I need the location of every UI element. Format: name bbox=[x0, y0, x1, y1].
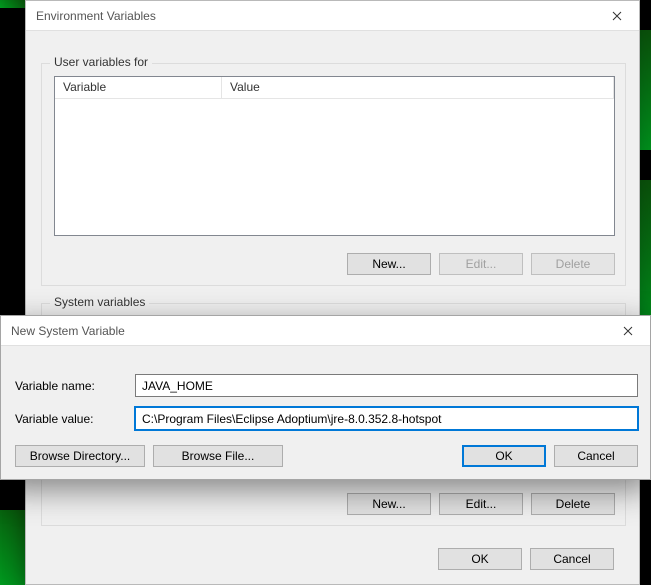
system-variables-legend: System variables bbox=[50, 295, 149, 309]
column-variable[interactable]: Variable bbox=[55, 77, 222, 98]
modal-close-button[interactable] bbox=[605, 316, 650, 346]
modal-title: New System Variable bbox=[11, 324, 605, 338]
user-edit-button: Edit... bbox=[439, 253, 523, 275]
env-ok-button[interactable]: OK bbox=[438, 548, 522, 570]
variable-name-row: Variable name: bbox=[15, 374, 638, 397]
env-close-button[interactable] bbox=[594, 1, 639, 31]
close-icon bbox=[623, 326, 633, 336]
environment-variables-window: Environment Variables User variables for… bbox=[25, 0, 640, 585]
modal-cancel-button[interactable]: Cancel bbox=[554, 445, 638, 467]
browse-file-button[interactable]: Browse File... bbox=[153, 445, 283, 467]
variable-value-input[interactable] bbox=[135, 407, 638, 430]
variable-value-row: Variable value: bbox=[15, 407, 638, 430]
browse-directory-button[interactable]: Browse Directory... bbox=[15, 445, 145, 467]
system-new-button[interactable]: New... bbox=[347, 493, 431, 515]
env-cancel-button[interactable]: Cancel bbox=[530, 548, 614, 570]
system-buttons-row: New... Edit... Delete bbox=[54, 493, 615, 515]
system-delete-button[interactable]: Delete bbox=[531, 493, 615, 515]
column-value[interactable]: Value bbox=[222, 77, 614, 98]
user-new-button[interactable]: New... bbox=[347, 253, 431, 275]
variable-value-label: Variable value: bbox=[15, 412, 135, 426]
env-title: Environment Variables bbox=[36, 9, 594, 23]
user-variables-legend: User variables for bbox=[50, 55, 152, 69]
user-variables-group: User variables for Variable Value New...… bbox=[41, 63, 626, 286]
variable-name-input[interactable] bbox=[135, 374, 638, 397]
modal-titlebar[interactable]: New System Variable bbox=[1, 316, 650, 346]
list-header: Variable Value bbox=[55, 77, 614, 99]
system-edit-button[interactable]: Edit... bbox=[439, 493, 523, 515]
variable-name-label: Variable name: bbox=[15, 379, 135, 393]
env-titlebar[interactable]: Environment Variables bbox=[26, 1, 639, 31]
user-variables-list[interactable]: Variable Value bbox=[54, 76, 615, 236]
user-delete-button: Delete bbox=[531, 253, 615, 275]
close-icon bbox=[612, 11, 622, 21]
new-system-variable-dialog: New System Variable Variable name: Varia… bbox=[0, 315, 651, 480]
modal-ok-button[interactable]: OK bbox=[462, 445, 546, 467]
user-buttons-row: New... Edit... Delete bbox=[54, 253, 615, 275]
env-bottom-buttons: OK Cancel bbox=[53, 548, 614, 570]
modal-buttons-row: Browse Directory... Browse File... OK Ca… bbox=[15, 445, 638, 467]
